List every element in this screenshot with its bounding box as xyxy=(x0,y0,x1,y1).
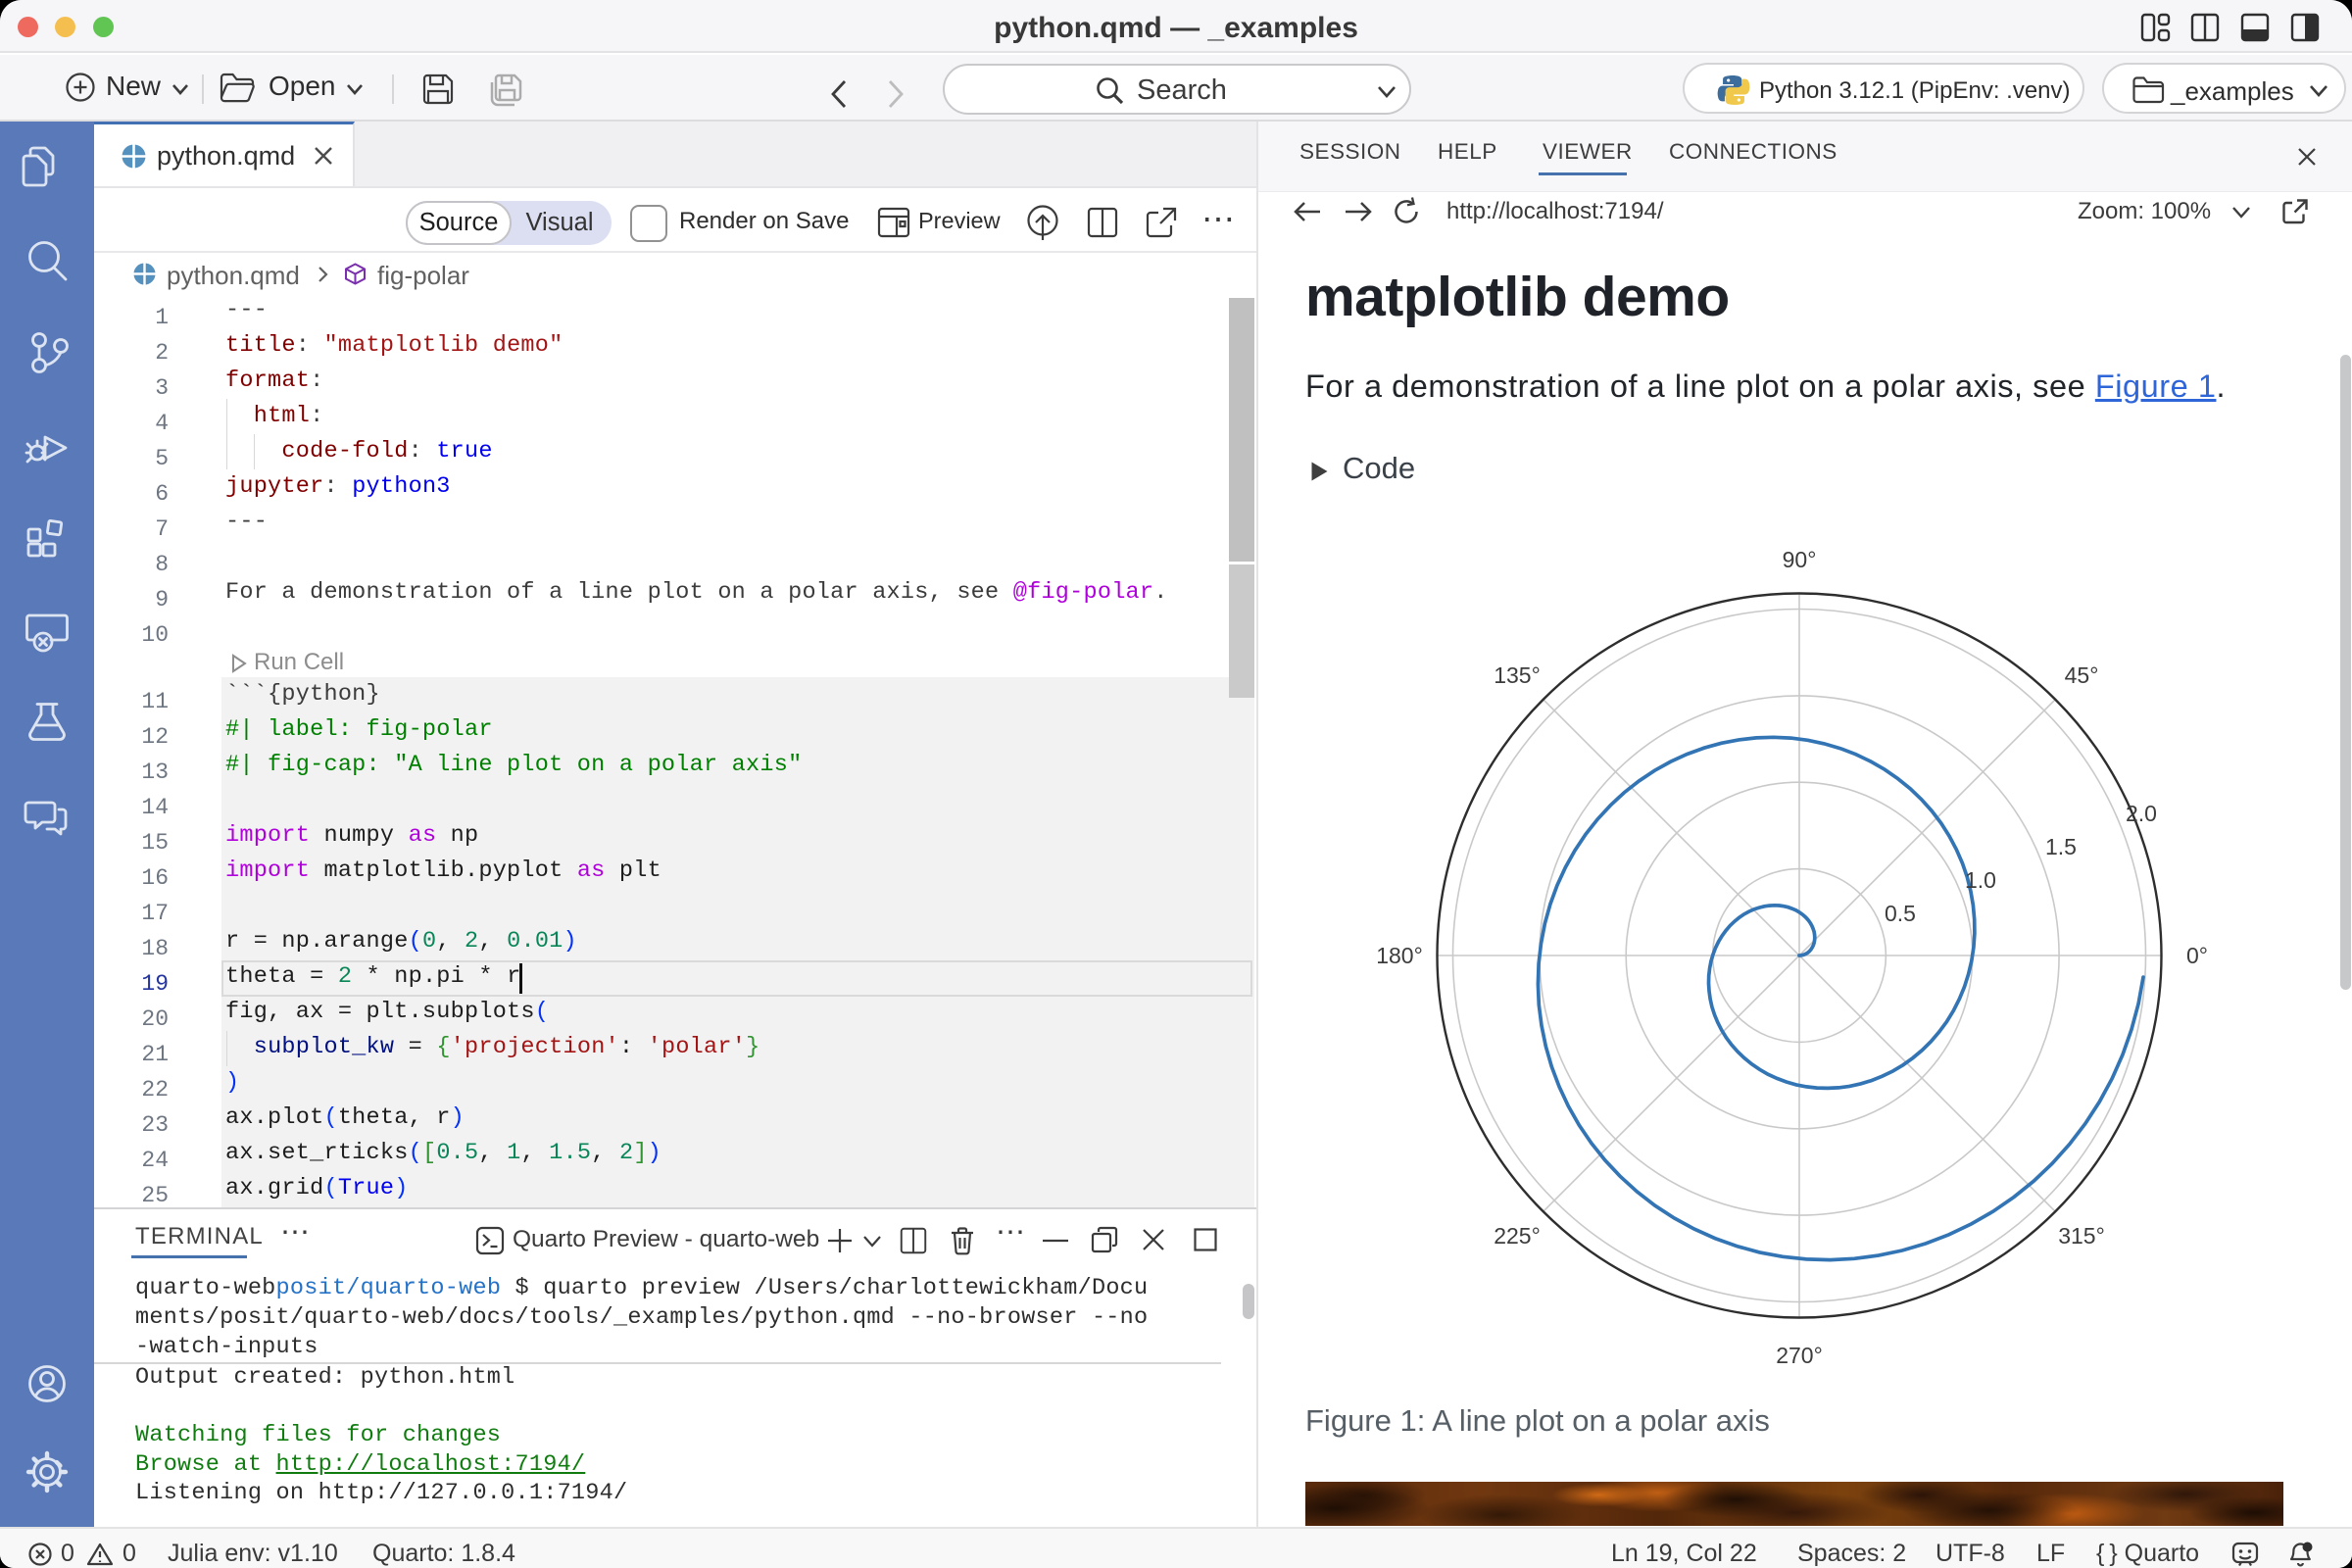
svg-text:0°: 0° xyxy=(2186,943,2208,968)
svg-text:225°: 225° xyxy=(1494,1223,1541,1249)
svg-text:2.0: 2.0 xyxy=(2126,801,2157,826)
svg-text:315°: 315° xyxy=(2058,1223,2105,1249)
svg-text:0.5: 0.5 xyxy=(1885,901,1916,926)
svg-text:45°: 45° xyxy=(2065,662,2099,688)
svg-text:90°: 90° xyxy=(1783,547,1817,572)
svg-text:1.5: 1.5 xyxy=(2045,834,2077,859)
svg-text:180°: 180° xyxy=(1376,943,1423,968)
svg-text:270°: 270° xyxy=(1776,1343,1823,1368)
svg-text:135°: 135° xyxy=(1494,662,1541,688)
svg-text:1.0: 1.0 xyxy=(1965,867,1996,893)
